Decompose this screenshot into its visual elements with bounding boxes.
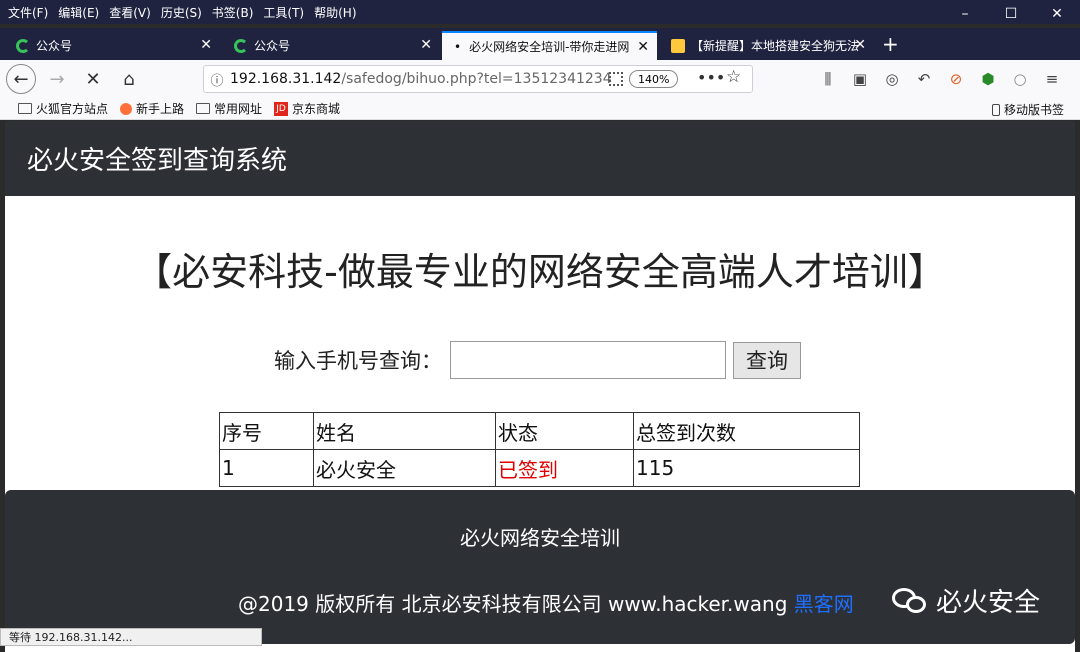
maximize-button[interactable]: ☐ bbox=[988, 0, 1034, 28]
result-table: 序号 姓名 状态 总签到次数 1 必火安全 已签到 115 bbox=[219, 412, 860, 487]
menu-bar: 文件(F) 编辑(E) 查看(V) 历史(S) 书签(B) 工具(T) 帮助(H… bbox=[0, 0, 1080, 24]
mobile-bookmarks-label: 移动版书签 bbox=[1003, 103, 1064, 117]
block-icon[interactable]: ⊘ bbox=[940, 70, 972, 88]
tab-label: 公众号 bbox=[254, 39, 291, 53]
account-icon[interactable]: ◎ bbox=[876, 70, 908, 88]
toolbar-right: ⫼ ▣ ◎ ↶ ⊘ ⬢ ○ ≡ bbox=[812, 60, 1068, 98]
column-header: 姓名 bbox=[313, 412, 496, 450]
wechat-icon bbox=[234, 38, 248, 53]
mobile-bookmarks[interactable]: 移动版书签 bbox=[991, 101, 1064, 118]
bookmark-getting-started[interactable]: 新手上路 bbox=[120, 100, 184, 117]
close-window-button[interactable]: ✕ bbox=[1034, 0, 1080, 28]
jd-logo-icon: JD bbox=[274, 101, 289, 116]
menu-edit[interactable]: 编辑(E) bbox=[58, 4, 99, 21]
folder-icon bbox=[196, 103, 211, 114]
menu-tools[interactable]: 工具(T) bbox=[263, 4, 304, 21]
menu-help[interactable]: 帮助(H) bbox=[314, 4, 356, 21]
bookmark-jd[interactable]: JD 京东商城 bbox=[274, 100, 340, 117]
bookmark-label: 京东商城 bbox=[292, 102, 341, 116]
tab-bihuo-active[interactable]: • 必火网络安全培训-带你走进网 ✕ bbox=[442, 31, 657, 60]
phone-search-input[interactable] bbox=[450, 341, 726, 379]
cell-number: 1 bbox=[219, 449, 314, 487]
tab-wechat-2[interactable]: 公众号 ✕ bbox=[222, 31, 440, 60]
footer-title: 必火网络安全培训 bbox=[460, 526, 620, 550]
qr-code-icon[interactable] bbox=[609, 72, 623, 86]
menu-bookmarks[interactable]: 书签(B) bbox=[212, 4, 254, 21]
notification-icon bbox=[671, 38, 685, 53]
site-title: 必火安全签到查询系统 bbox=[27, 146, 288, 176]
tab-label: 公众号 bbox=[36, 39, 73, 53]
phone-icon bbox=[991, 103, 1000, 116]
page-actions-icon[interactable]: ••• bbox=[697, 68, 725, 87]
status-bar: 等待 192.168.31.142... bbox=[0, 628, 262, 646]
close-tab-icon[interactable]: ✕ bbox=[854, 37, 866, 53]
bookmark-common-sites[interactable]: 常用网址 bbox=[196, 100, 262, 117]
hacker-site-link[interactable]: 黑客网 bbox=[794, 592, 854, 616]
site-footer: 必火网络安全培训 @2019 版权所有 北京必安科技有限公司 www.hacke… bbox=[5, 490, 1075, 644]
url-bar[interactable]: ⓘ 192.168.31.142/safedog/bihuo.php?tel=1… bbox=[203, 65, 753, 93]
zoom-level-badge[interactable]: 140% bbox=[629, 70, 679, 88]
tab-bar: 公众号 ✕ 公众号 ✕ • 必火网络安全培训-带你走进网 ✕ 【新提醒】本地搭建… bbox=[0, 28, 1080, 60]
bookmark-label: 新手上路 bbox=[136, 102, 185, 116]
bookmarks-bar: 火狐官方站点 新手上路 常用网址 JD 京东商城 移动版书签 bbox=[0, 98, 1080, 120]
close-tab-icon[interactable]: ✕ bbox=[637, 39, 649, 55]
url-host: 192.168.31.142 bbox=[230, 71, 342, 87]
back-arrow-icon[interactable]: ← bbox=[6, 64, 36, 94]
footer-copyright: @2019 版权所有 北京必安科技有限公司 www.hacker.wang 黑客… bbox=[238, 588, 854, 617]
cell-count: 115 bbox=[633, 449, 860, 487]
circle-extension-icon[interactable]: ○ bbox=[1004, 70, 1036, 88]
search-form: 输入手机号查询： 查询 bbox=[274, 341, 801, 379]
table-header-row: 序号 姓名 状态 总签到次数 bbox=[219, 412, 860, 450]
banner-slogan: 【必安科技-做最专业的网络安全高端人才培训】 bbox=[134, 250, 946, 294]
tab-safedog-alert[interactable]: 【新提醒】本地搭建安全狗无法 ✕ bbox=[659, 31, 874, 60]
library-icon[interactable]: ⫼ bbox=[812, 70, 844, 88]
new-tab-button[interactable]: + bbox=[882, 28, 899, 60]
bookmark-label: 火狐官方站点 bbox=[36, 102, 109, 116]
copyright-text: @2019 版权所有 北京必安科技有限公司 www.hacker.wang bbox=[238, 592, 788, 616]
bookmark-star-icon[interactable]: ☆ bbox=[726, 67, 741, 87]
site-info-icon[interactable]: ⓘ bbox=[204, 70, 230, 89]
folder-icon bbox=[18, 103, 32, 114]
loading-dot-icon: • bbox=[454, 39, 462, 54]
cell-name: 必火安全 bbox=[313, 449, 496, 487]
wechat-icon bbox=[16, 38, 30, 53]
tab-label: 【新提醒】本地搭建安全狗无法 bbox=[691, 39, 860, 53]
column-header: 状态 bbox=[495, 412, 634, 450]
close-tab-icon[interactable]: ✕ bbox=[200, 37, 212, 53]
search-button[interactable]: 查询 bbox=[733, 341, 801, 379]
stop-loading-icon[interactable]: ✕ bbox=[78, 64, 108, 94]
shield-extension-icon[interactable]: ⬢ bbox=[972, 70, 1004, 88]
cell-status: 已签到 bbox=[495, 449, 634, 487]
menu-file[interactable]: 文件(F) bbox=[8, 4, 48, 21]
tab-label: 必火网络安全培训-带你走进网 bbox=[469, 40, 630, 54]
tab-wechat-1[interactable]: 公众号 ✕ bbox=[4, 31, 220, 60]
home-icon[interactable]: ⌂ bbox=[114, 64, 144, 94]
close-tab-icon[interactable]: ✕ bbox=[420, 37, 432, 53]
wechat-watermark: 必火安全 bbox=[892, 582, 1040, 619]
column-header: 序号 bbox=[219, 412, 314, 450]
wechat-logo-icon bbox=[892, 586, 928, 616]
forward-arrow-icon[interactable]: → bbox=[42, 64, 72, 94]
minimize-button[interactable]: – bbox=[942, 0, 988, 28]
firefox-icon bbox=[120, 102, 133, 115]
undo-icon[interactable]: ↶ bbox=[908, 70, 940, 88]
watermark-text: 必火安全 bbox=[936, 588, 1041, 618]
url-path: /safedog/bihuo.php?tel=13512341234 bbox=[341, 71, 612, 87]
bookmark-label: 常用网址 bbox=[214, 102, 263, 116]
hamburger-menu-icon[interactable]: ≡ bbox=[1036, 70, 1068, 88]
bookmark-firefox-site[interactable]: 火狐官方站点 bbox=[18, 100, 108, 117]
table-row: 1 必火安全 已签到 115 bbox=[219, 449, 860, 487]
window-controls: – ☐ ✕ bbox=[942, 0, 1080, 28]
menu-view[interactable]: 查看(V) bbox=[109, 4, 151, 21]
menu-history[interactable]: 历史(S) bbox=[161, 4, 202, 21]
column-header: 总签到次数 bbox=[633, 412, 860, 450]
sidebar-icon[interactable]: ▣ bbox=[844, 70, 876, 88]
site-header: 必火安全签到查询系统 bbox=[5, 121, 1075, 196]
search-label: 输入手机号查询： bbox=[274, 349, 442, 373]
